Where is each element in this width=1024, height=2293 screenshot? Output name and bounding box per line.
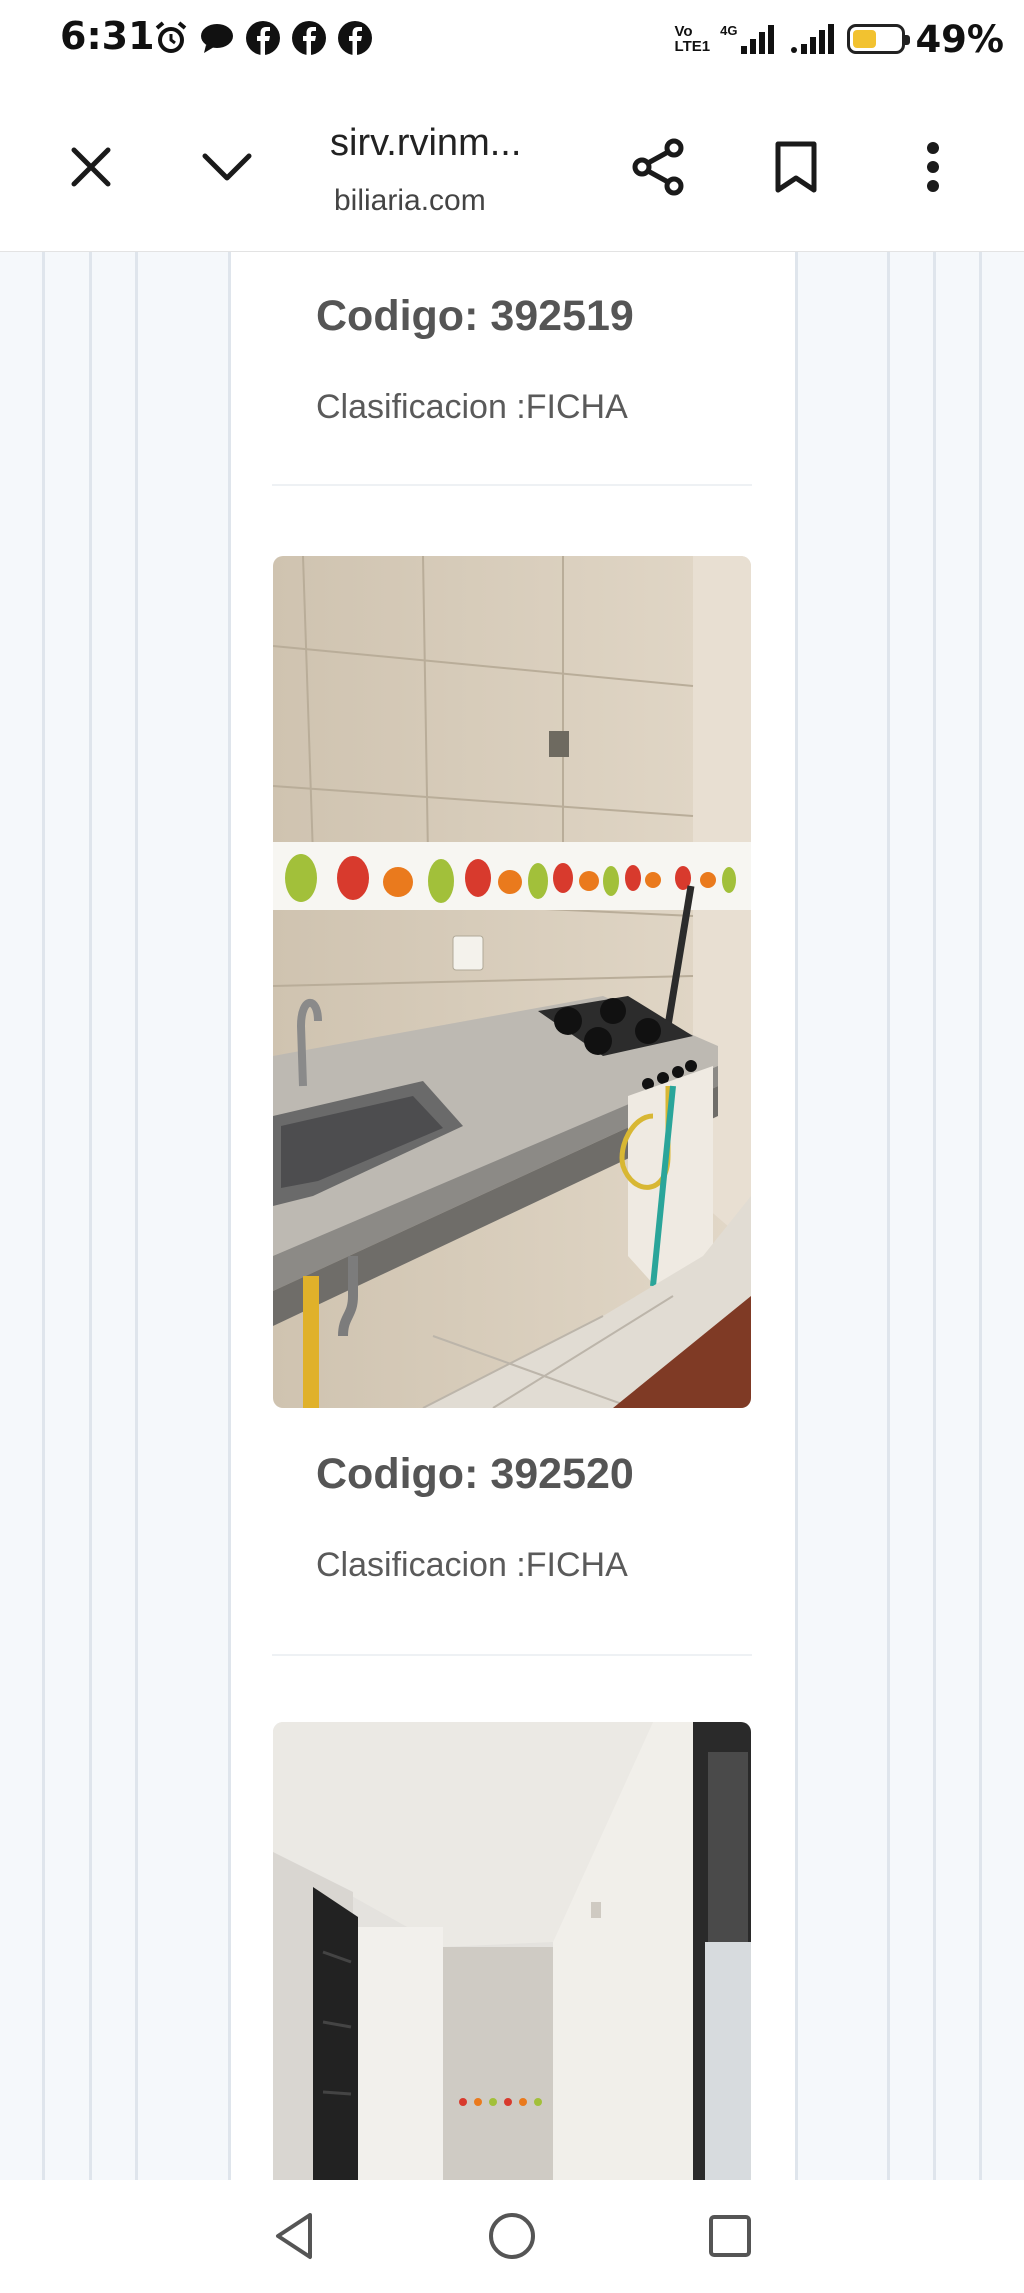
back-icon [276,2213,312,2259]
signal-4g: 4G [720,24,779,54]
facebook-icon [292,21,326,55]
facebook-icon [246,21,280,55]
page-column-divider [887,252,890,2180]
battery-icon [847,24,911,54]
web-content: Codigo: 392519 Clasificacion :FICHA Codi… [0,252,1024,2180]
volte-indicator: Vo LTE1 [675,24,711,54]
volte-top: Vo [674,23,693,40]
page-column-divider [135,252,138,2180]
page-column-divider [89,252,92,2180]
recents-icon [709,2215,751,2257]
close-icon [71,147,111,187]
share-button[interactable] [624,132,694,202]
kitchen-photo-image [273,556,751,1408]
expand-button[interactable] [192,132,262,202]
bookmark-button[interactable] [761,132,831,202]
close-button[interactable] [56,132,126,202]
page-column-divider [42,252,45,2180]
volte-bottom: LTE1 [674,38,711,55]
hallway-photo[interactable] [273,1722,751,2180]
system-navigation-bar [0,2180,1024,2293]
listing-classification: Clasificacion :FICHA [316,388,628,426]
listing-card[interactable]: Codigo: 392520 Clasificacion :FICHA [272,1408,752,1656]
chevron-down-icon [202,153,252,181]
status-bar: 6:31 Vo LTE1 4G 49% [0,0,1024,82]
signal-strength-icon-2 [791,24,835,54]
more-vert-icon [927,142,939,192]
alarm-icon [155,21,187,53]
home-icon [489,2213,535,2259]
url-title[interactable]: sirv.rvinm... [330,122,521,165]
share-icon [632,138,684,196]
listing-code: Codigo: 392520 [316,1450,634,1498]
battery-percent: 49% [915,17,1004,61]
more-options-button[interactable] [898,132,968,202]
status-time: 6:31 [60,14,155,58]
status-notification-icons [152,18,374,58]
home-button[interactable] [482,2206,542,2266]
hallway-photo-image [273,1722,751,2180]
listing-code: Codigo: 392519 [316,292,634,340]
recents-button[interactable] [700,2206,760,2266]
kitchen-photo[interactable] [273,556,751,1408]
page-column-divider [979,252,982,2180]
page-column-divider [933,252,936,2180]
browser-toolbar: sirv.rvinm... biliaria.com [0,82,1024,252]
network-type: 4G [720,23,738,38]
message-icon [201,24,233,53]
listing-classification: Clasificacion :FICHA [316,1546,628,1584]
facebook-icon [338,21,372,55]
listing-card[interactable]: Codigo: 392519 Clasificacion :FICHA [272,252,752,486]
back-button[interactable] [264,2206,324,2266]
status-system-icons: Vo LTE1 4G 49% [675,14,1004,64]
url-domain[interactable]: biliaria.com [334,184,486,218]
bookmark-icon [775,141,817,193]
signal-strength-icon [741,25,775,54]
